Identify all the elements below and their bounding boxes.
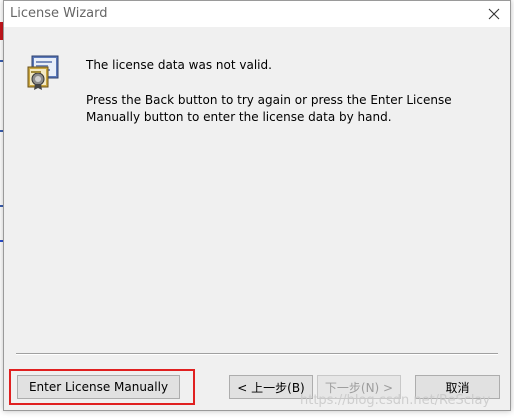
watermark: https://blog.csdn.net/ReSclay	[300, 393, 491, 408]
annotation-highlight	[9, 369, 195, 405]
error-message: The license data was not valid.	[86, 58, 272, 72]
title-bar[interactable]: License Wizard	[4, 1, 510, 27]
close-icon	[488, 8, 500, 20]
window-title: License Wizard	[10, 6, 108, 21]
footer-separator	[16, 353, 498, 355]
close-button[interactable]	[482, 3, 506, 25]
instruction-text: Press the Back button to try again or pr…	[86, 93, 452, 124]
license-certificate-icon	[26, 55, 60, 91]
license-wizard-dialog: License Wizard The license data was not …	[3, 0, 511, 411]
